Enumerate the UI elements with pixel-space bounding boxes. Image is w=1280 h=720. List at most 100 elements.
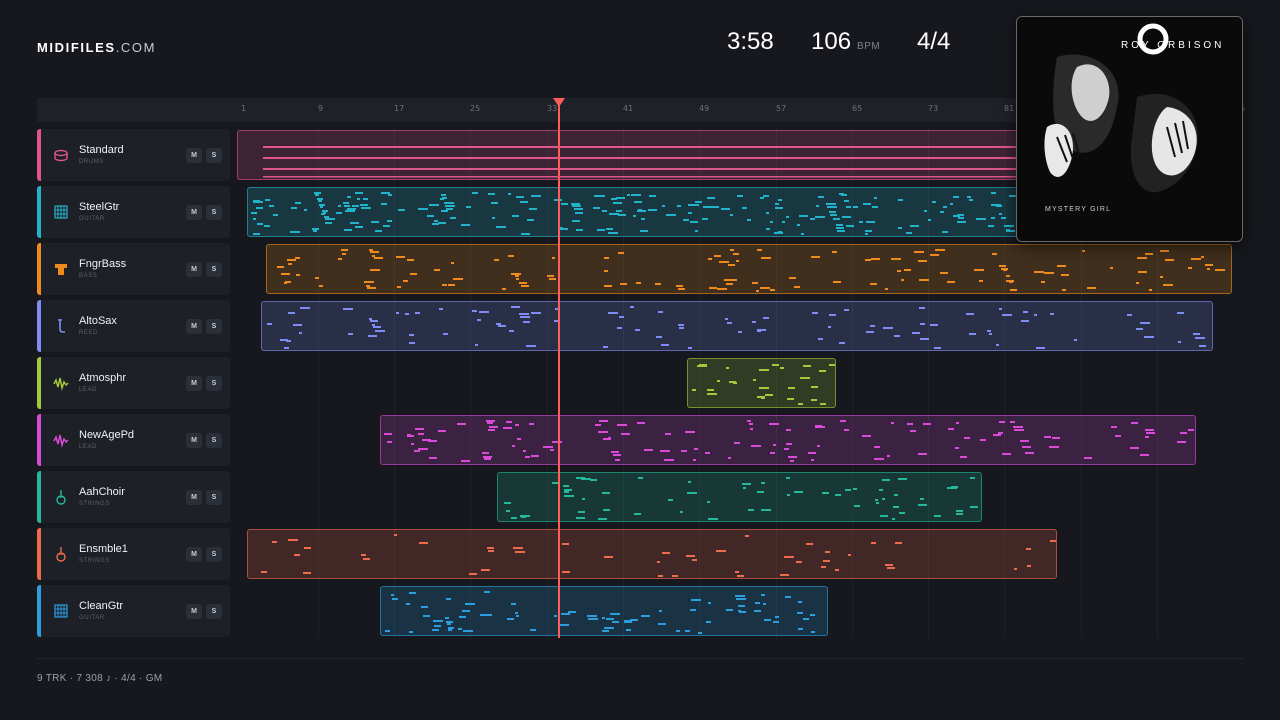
note: [503, 427, 512, 429]
note: [853, 206, 858, 208]
note: [1146, 432, 1155, 434]
clip-ensmble1[interactable]: [247, 529, 1057, 579]
clip-cleangtr[interactable]: [380, 586, 828, 636]
note: [506, 510, 510, 512]
note: [811, 631, 815, 633]
track-name: Ensmble1: [79, 543, 128, 555]
note: [685, 431, 695, 433]
mute-button[interactable]: M: [186, 148, 202, 163]
note: [966, 313, 974, 315]
note: [1026, 548, 1031, 550]
solo-button[interactable]: S: [206, 490, 222, 505]
track-lane-steelgtr[interactable]: SteelGtr GUITAR M S: [37, 186, 230, 238]
note: [578, 511, 585, 513]
note: [833, 281, 841, 283]
clip-steelgtr[interactable]: [247, 187, 1037, 237]
note: [511, 603, 516, 605]
note: [421, 606, 428, 608]
note: [609, 213, 619, 215]
note: [294, 554, 300, 556]
note: [576, 229, 583, 231]
note: [761, 257, 771, 259]
solo-button[interactable]: S: [206, 148, 222, 163]
note: [526, 345, 536, 347]
note: [507, 618, 514, 620]
note: [465, 603, 475, 605]
mute-button[interactable]: M: [186, 319, 202, 334]
mute-button[interactable]: M: [186, 604, 202, 619]
note: [934, 347, 941, 349]
ruler-tick: 25: [470, 104, 481, 113]
track-lane-aahchoir[interactable]: AahChoir STRINGS M S: [37, 471, 230, 523]
note: [610, 228, 613, 230]
clip-newagepd[interactable]: [380, 415, 1196, 465]
clip-aahchoir[interactable]: [497, 472, 982, 522]
note: [624, 621, 632, 623]
note: [940, 272, 948, 274]
clip-standard[interactable]: [237, 130, 1037, 180]
note: [770, 289, 775, 291]
note: [392, 598, 398, 600]
track-lane-ensmble1[interactable]: Ensmble1 STRINGS M S: [37, 528, 230, 580]
track-lane-cleangtr[interactable]: CleanGtr GUITAR M S: [37, 585, 230, 637]
note: [602, 630, 609, 632]
clip-fngrbass[interactable]: [266, 244, 1232, 294]
note: [482, 452, 489, 454]
note: [920, 498, 924, 500]
solo-button[interactable]: S: [206, 433, 222, 448]
note: [960, 456, 967, 458]
note: [425, 208, 428, 210]
clip-altosax[interactable]: [261, 301, 1213, 351]
track-lane-newagepd[interactable]: NewAgePd LEAD M S: [37, 414, 230, 466]
note: [711, 206, 719, 208]
note: [369, 318, 372, 320]
note: [519, 282, 527, 284]
note: [574, 208, 583, 210]
solo-button[interactable]: S: [206, 319, 222, 334]
playhead-marker[interactable]: [553, 98, 565, 107]
track-lane-atmosphr[interactable]: Atmosphr LEAD M S: [37, 357, 230, 409]
solo-button[interactable]: S: [206, 205, 222, 220]
mute-button[interactable]: M: [186, 547, 202, 562]
brand-logo[interactable]: MIDIFILES.COM: [37, 40, 156, 55]
note: [1205, 264, 1213, 266]
note: [763, 603, 766, 605]
note: [759, 369, 767, 371]
solo-button[interactable]: S: [206, 547, 222, 562]
track-lane-altosax[interactable]: AltoSax REED M S: [37, 300, 230, 352]
track-name: AahChoir: [79, 486, 125, 498]
note: [508, 193, 511, 195]
note: [523, 450, 526, 452]
note: [784, 556, 794, 558]
clip-atmosphr[interactable]: [687, 358, 836, 408]
mute-button[interactable]: M: [186, 205, 202, 220]
note: [988, 225, 994, 227]
note: [742, 207, 747, 209]
track-lane-fngrbass[interactable]: FngrBass BASS M S: [37, 243, 230, 295]
note: [786, 429, 791, 431]
mute-button[interactable]: M: [186, 262, 202, 277]
note: [772, 364, 779, 366]
note-row: [263, 176, 1036, 178]
note: [396, 312, 399, 314]
note: [364, 281, 374, 283]
note: [1145, 436, 1149, 438]
note: [293, 324, 302, 326]
solo-button[interactable]: S: [206, 262, 222, 277]
note: [773, 621, 779, 623]
solo-button[interactable]: S: [206, 604, 222, 619]
note: [811, 399, 817, 401]
note: [1057, 265, 1066, 267]
note: [525, 456, 530, 458]
mute-button[interactable]: M: [186, 376, 202, 391]
solo-button[interactable]: S: [206, 376, 222, 391]
note: [798, 403, 803, 405]
clip-notes: [267, 306, 1206, 349]
note: [1034, 271, 1044, 273]
track-lane-standard[interactable]: Standard DRUMS M S: [37, 129, 230, 181]
playhead[interactable]: [558, 104, 560, 638]
note: [788, 387, 795, 389]
mute-button[interactable]: M: [186, 433, 202, 448]
note: [440, 198, 444, 200]
mute-button[interactable]: M: [186, 490, 202, 505]
